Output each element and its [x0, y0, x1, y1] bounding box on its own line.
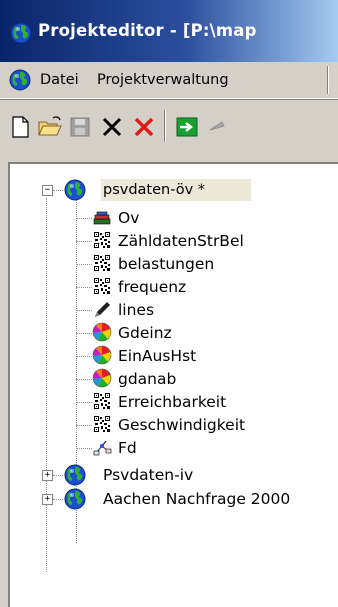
tree-node-label: Ov — [118, 209, 140, 227]
delete-red-x-icon[interactable] — [131, 114, 157, 140]
tree-node-label: psvdaten-öv * — [103, 182, 206, 198]
tree-node-label: frequenz — [118, 278, 187, 296]
open-folder-icon[interactable] — [37, 114, 63, 140]
delete-black-x-icon[interactable] — [99, 114, 125, 140]
qr-table-icon — [92, 391, 112, 411]
globe-icon — [10, 22, 32, 44]
tree-guide-line — [76, 425, 92, 426]
tree-node-label: EinAusHst — [118, 347, 197, 365]
tree-node-label: Gdeinz — [118, 324, 172, 342]
save-disk-icon[interactable] — [67, 114, 93, 140]
color-wheel-icon — [92, 322, 112, 342]
import-green-arrow-icon[interactable] — [174, 114, 200, 140]
expand-toggle[interactable]: + — [42, 494, 53, 505]
qr-table-icon — [92, 414, 112, 434]
color-wheel-icon — [92, 345, 112, 365]
tree-node-gdeinz[interactable]: Gdeinz — [10, 322, 338, 344]
export-arrow-icon[interactable] — [206, 114, 232, 140]
menu-projektverwaltung[interactable]: Projektverwaltung — [97, 72, 229, 88]
tree-guide-line — [76, 333, 92, 334]
globe-icon — [64, 464, 86, 486]
globe-icon[interactable] — [9, 69, 31, 91]
tree-guide-line — [76, 402, 92, 403]
globe-icon — [64, 488, 86, 510]
tree-node-psvdaten-iv[interactable]: + Psvdaten-iv — [10, 464, 338, 486]
qr-table-icon — [92, 230, 112, 250]
menu-bar: Datei Projektverwaltung — [0, 62, 338, 99]
tree-guide-line — [76, 241, 92, 242]
tree-guide-line — [76, 448, 92, 449]
tree-node-geschwindigkeit[interactable]: Geschwindigkeit — [10, 414, 338, 436]
toolbar-separator — [164, 110, 166, 142]
tree-node-einaushst[interactable]: EinAusHst — [10, 345, 338, 367]
tree-node-label: belastungen — [118, 255, 215, 273]
tree-guide-line — [76, 218, 92, 219]
tree-node-label: Psvdaten-iv — [103, 466, 194, 484]
network-icon — [92, 437, 112, 457]
toolbar — [0, 99, 338, 154]
tree-node-fd[interactable]: Fd — [10, 437, 338, 459]
tree-guide-line — [53, 475, 63, 476]
tree-node-label: Geschwindigkeit — [118, 416, 246, 434]
color-wheel-icon — [92, 368, 112, 388]
tree-guide-line — [76, 310, 92, 311]
tree-guide-line — [76, 264, 92, 265]
tree-node-label: ZähldatenStrBel — [118, 232, 244, 250]
tree-node-ov[interactable]: Ov — [10, 207, 338, 229]
tree-node-erreichbarkeit[interactable]: Erreichbarkeit — [10, 391, 338, 413]
window-title: Projekteditor - [P:\map — [38, 21, 257, 40]
tree-node-belastungen[interactable]: belastungen — [10, 253, 338, 275]
menu-separator — [327, 66, 329, 94]
tree-node-zaehldatenstrbel[interactable]: ZähldatenStrBel — [10, 230, 338, 252]
collapse-toggle[interactable]: − — [42, 185, 53, 196]
pen-icon — [92, 299, 112, 319]
expand-toggle[interactable]: + — [42, 470, 53, 481]
qr-table-icon — [92, 276, 112, 296]
tree-guide-line — [53, 190, 63, 191]
menu-datei[interactable]: Datei — [40, 72, 79, 88]
tree-guide-line — [76, 287, 92, 288]
database-stack-icon — [92, 207, 112, 227]
tree-node-gdanab[interactable]: gdanab — [10, 368, 338, 390]
tree-node-label: lines — [118, 301, 155, 319]
tree-guide-line — [53, 499, 63, 500]
tree-node-frequenz[interactable]: frequenz — [10, 276, 338, 298]
tree-node-label: Fd — [118, 439, 137, 457]
globe-icon — [64, 179, 86, 201]
tree-node-psvdaten-ov[interactable]: − psvdaten-öv * — [10, 179, 338, 201]
project-tree[interactable]: − psvdaten-öv * Ov ZähldatenStrBel belas… — [8, 162, 338, 607]
title-bar[interactable]: Projekteditor - [P:\map — [0, 0, 338, 62]
new-document-icon[interactable] — [7, 114, 33, 140]
tree-node-label: Erreichbarkeit — [118, 393, 227, 411]
tree-node-aachen-nachfrage[interactable]: + Aachen Nachfrage 2000 — [10, 488, 338, 510]
tree-guide-line — [76, 356, 92, 357]
tree-node-label: Aachen Nachfrage 2000 — [103, 490, 291, 508]
tree-guide-line — [76, 379, 92, 380]
tree-node-label: gdanab — [118, 370, 177, 388]
qr-table-icon — [92, 253, 112, 273]
tree-node-lines[interactable]: lines — [10, 299, 338, 321]
